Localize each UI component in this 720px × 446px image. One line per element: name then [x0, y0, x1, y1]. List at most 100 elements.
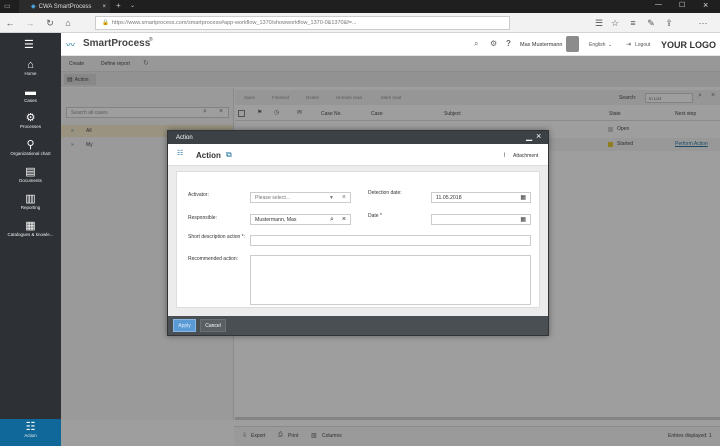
- chart-icon: ▥: [25, 193, 36, 205]
- user-name[interactable]: Max Mustermann: [520, 42, 563, 48]
- url-input[interactable]: 🔒 https://www.smartprocess.com/smartproc…: [95, 16, 510, 30]
- gear-icon[interactable]: ⚙: [490, 39, 497, 48]
- org-chart-icon: ⚲: [26, 139, 35, 151]
- search-icon[interactable]: ⌕: [474, 39, 478, 49]
- sidebar-item-label: Reporting: [20, 205, 41, 210]
- sidebar-item-cases[interactable]: ▬ Cases: [0, 86, 61, 103]
- paperclip-icon: ⌇: [503, 153, 506, 159]
- sidebar-item-label: Organizational chart: [10, 151, 51, 156]
- action-checklist-icon: ☷: [177, 150, 184, 157]
- sidebar-item-label: Action: [24, 433, 37, 438]
- sidebar-item-home[interactable]: ⌂ Home: [0, 59, 61, 76]
- language-select[interactable]: English: [589, 42, 605, 48]
- sidebar-item-label: Catalogues & knowle...: [7, 232, 54, 237]
- share-icon[interactable]: ⇪: [662, 13, 676, 33]
- logout-icon[interactable]: ⇥: [626, 41, 631, 48]
- sidebar-item-label: Processes: [19, 124, 41, 129]
- short-description-input[interactable]: [250, 235, 531, 246]
- maximize-window-icon[interactable]: ☐: [679, 1, 685, 9]
- document-icon: ▤: [25, 166, 36, 178]
- search-icon[interactable]: ⌕: [330, 216, 334, 224]
- calendar-icon[interactable]: ▦: [520, 216, 526, 223]
- logout-link[interactable]: Logout: [635, 42, 650, 48]
- short-description-label: Short description action *:: [188, 234, 245, 240]
- chevron-down-icon[interactable]: ⌄: [608, 42, 612, 48]
- clear-icon[interactable]: ×: [342, 216, 346, 223]
- more-icon[interactable]: ···: [696, 13, 710, 33]
- action-form: Activator: Please select... ▼ × Detectio…: [176, 171, 540, 308]
- app-header: 〰 SmartProcess ® ⌕ ⚙ ? Max Mustermann En…: [61, 33, 720, 56]
- brand-registered: ®: [149, 37, 153, 43]
- address-bar-row: ← → ↻ ⌂ 🔒 https://www.smartprocess.com/s…: [0, 13, 720, 33]
- hub-icon[interactable]: ≡: [626, 13, 640, 33]
- chevron-down-icon[interactable]: ▼: [329, 195, 334, 201]
- dialog-header: ☷ Action ⧉ ⌇ Attachment: [168, 144, 548, 166]
- minimize-dialog-icon[interactable]: ▁: [526, 132, 532, 141]
- sidebar-item-label: Home: [24, 71, 37, 76]
- favicon-icon: ◆: [31, 4, 36, 10]
- lock-icon: 🔒: [102, 20, 109, 26]
- tab-actions-icon[interactable]: ▭: [4, 2, 11, 10]
- detection-date-label: Detection date:: [368, 190, 402, 196]
- activator-value: Please select...: [255, 194, 291, 201]
- company-logo: YOUR LOGO: [661, 40, 717, 50]
- calendar-icon[interactable]: ▦: [520, 194, 526, 201]
- new-tab-icon[interactable]: +: [116, 1, 121, 10]
- responsible-label: Responsible:: [188, 215, 217, 221]
- action-dialog: Action ▁ × ☷ Action ⧉ ⌇ Attachment Activ…: [167, 130, 549, 336]
- close-window-icon[interactable]: ×: [703, 0, 708, 10]
- sidebar-item-catalogues[interactable]: ▦ Catalogues & knowle...: [0, 220, 61, 237]
- reading-view-icon[interactable]: ☰: [592, 13, 606, 33]
- notes-icon[interactable]: ✎: [644, 13, 658, 33]
- date-label: Date *: [368, 213, 382, 219]
- minimize-window-icon[interactable]: —: [655, 1, 662, 8]
- close-dialog-icon[interactable]: ×: [536, 131, 541, 141]
- sidebar-item-processes[interactable]: ⚙ Processes: [0, 112, 61, 129]
- dialog-titlebar: Action ▁ ×: [168, 131, 548, 144]
- sidebar: ☰ ⌂ Home ▬ Cases ⚙ Processes ⚲ Organizat…: [0, 33, 61, 446]
- clear-icon[interactable]: ×: [342, 194, 346, 201]
- brand-name[interactable]: SmartProcess: [83, 38, 150, 49]
- forward-icon[interactable]: →: [23, 13, 37, 33]
- date-input[interactable]: ▦: [431, 214, 531, 225]
- sidebar-item-label: Documents: [19, 178, 42, 183]
- back-icon[interactable]: ←: [3, 13, 17, 33]
- responsible-input[interactable]: Mustermann, Max ⌕ ×: [250, 214, 351, 225]
- dialog-title: Action: [176, 135, 193, 141]
- sidebar-item-documents[interactable]: ▤ Documents: [0, 166, 61, 183]
- favorite-icon[interactable]: ☆: [608, 13, 622, 33]
- apply-button[interactable]: Apply: [173, 319, 196, 332]
- help-icon[interactable]: ?: [506, 39, 511, 48]
- browser-tab-title: CWA SmartProcess: [38, 3, 92, 10]
- link-icon[interactable]: ⧉: [226, 150, 232, 160]
- folder-icon: ▬: [25, 86, 36, 98]
- sidebar-item-reporting[interactable]: ▥ Reporting: [0, 193, 61, 210]
- sidebar-item-org-chart[interactable]: ⚲ Organizational chart: [0, 139, 61, 156]
- recommended-action-textarea[interactable]: [250, 255, 531, 305]
- dialog-heading: Action: [196, 151, 221, 160]
- browser-tab[interactable]: ◆ CWA SmartProcess ×: [19, 0, 110, 13]
- brand-logo-icon: 〰: [66, 40, 76, 50]
- refresh-icon[interactable]: ↻: [43, 13, 57, 33]
- responsible-value: Mustermann, Max: [255, 216, 297, 223]
- home-icon[interactable]: ⌂: [61, 13, 75, 33]
- recommended-action-label: Recommended action:: [188, 256, 239, 262]
- close-tab-icon[interactable]: ×: [102, 4, 106, 10]
- avatar[interactable]: [566, 36, 579, 52]
- detection-date-input[interactable]: 11.05.2018 ▦: [431, 192, 531, 203]
- hamburger-menu-icon[interactable]: ☰: [24, 38, 34, 51]
- cancel-button[interactable]: Cancel: [200, 319, 226, 332]
- house-icon: ⌂: [27, 59, 34, 71]
- process-icon: ⚙: [25, 112, 36, 124]
- tab-list-icon[interactable]: ⌄: [130, 2, 135, 9]
- sidebar-item-action[interactable]: ☷ Action: [0, 419, 61, 446]
- attachment-button[interactable]: Attachment: [513, 153, 538, 159]
- catalogue-icon: ▦: [25, 220, 36, 232]
- activator-select[interactable]: Please select... ▼ ×: [250, 192, 351, 203]
- browser-tab-bar: ▭ ◆ CWA SmartProcess × + ⌄ — ☐ ×: [0, 0, 720, 13]
- detection-date-value: 11.05.2018: [436, 194, 462, 201]
- dialog-body: Activator: Please select... ▼ × Detectio…: [168, 166, 548, 316]
- url-text: https://www.smartprocess.com/smartproces…: [111, 20, 357, 26]
- activator-label: Activator:: [188, 192, 209, 198]
- sidebar-item-label: Cases: [24, 98, 37, 103]
